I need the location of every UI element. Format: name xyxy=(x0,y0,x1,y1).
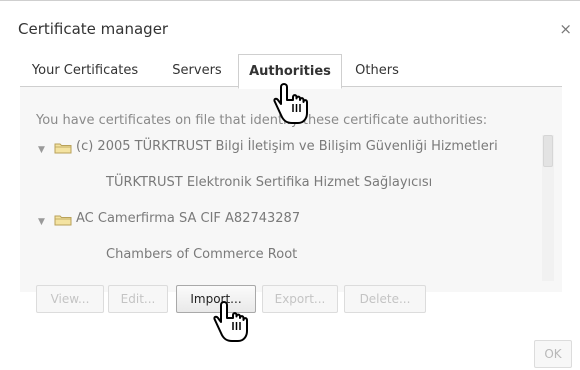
dialog-title: Certificate manager xyxy=(18,20,169,38)
tab-your-certificates[interactable]: Your Certificates xyxy=(22,56,148,86)
certificate-tree[interactable]: ▼ (c) 2005 TÜRKTRUST Bilgi İletişim ve B… xyxy=(20,135,538,281)
folder-icon xyxy=(54,143,72,154)
export-button[interactable]: Export... xyxy=(262,285,338,313)
tree-item-row[interactable]: TÜRKTRUST Elektronik Sertifika Hizmet Sa… xyxy=(20,171,538,207)
expand-arrow-icon[interactable]: ▼ xyxy=(38,217,45,227)
top-border xyxy=(0,0,580,1)
hand-pointer-cursor-icon xyxy=(273,83,308,124)
hand-pointer-cursor-icon xyxy=(213,301,248,342)
tree-scrollbar[interactable] xyxy=(542,135,554,281)
folder-icon xyxy=(54,215,72,226)
close-button[interactable]: × xyxy=(559,20,572,38)
tree-item-label: TÜRKTRUST Elektronik Sertifika Hizmet Sa… xyxy=(106,175,433,190)
tree-folder-row[interactable]: ▼ (c) 2005 TÜRKTRUST Bilgi İletişim ve B… xyxy=(20,135,538,171)
tree-folder-label: AC Camerfirma SA CIF A82743287 xyxy=(76,211,301,226)
edit-button[interactable]: Edit... xyxy=(108,285,168,313)
tab-others[interactable]: Others xyxy=(350,56,404,86)
expand-arrow-icon[interactable]: ▼ xyxy=(38,145,45,155)
view-button[interactable]: View... xyxy=(36,285,104,313)
tree-item-row[interactable]: Chambers of Commerce Root xyxy=(20,243,538,279)
tree-item-label: Chambers of Commerce Root xyxy=(106,247,298,262)
delete-button[interactable]: Delete... xyxy=(344,285,426,313)
scrollbar-thumb[interactable] xyxy=(543,135,553,167)
ok-button[interactable]: OK xyxy=(534,340,572,368)
tree-folder-label: (c) 2005 TÜRKTRUST Bilgi İletişim ve Bil… xyxy=(76,139,498,154)
intro-text: You have certificates on file that ident… xyxy=(36,113,488,128)
tree-folder-row[interactable]: ▼ AC Camerfirma SA CIF A82743287 xyxy=(20,207,538,243)
tab-servers[interactable]: Servers xyxy=(164,56,230,86)
